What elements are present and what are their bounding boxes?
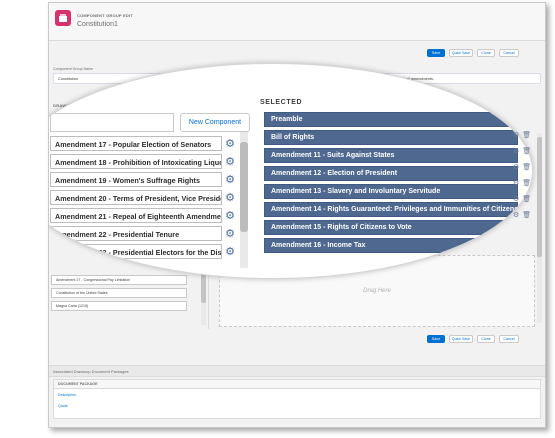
- cancel-button-bottom[interactable]: Cancel: [499, 335, 519, 343]
- list-item[interactable]: Amendment 21 - Repeal of Eighteenth Amen…: [50, 208, 222, 223]
- clone-button[interactable]: Clone: [477, 49, 495, 57]
- selected-item[interactable]: Amendment 12 - Election of President: [264, 166, 518, 181]
- row-actions: ⚙ 🗑: [513, 195, 531, 203]
- drop-zone-label: Drag Here: [363, 288, 391, 294]
- row-actions: ⚙ 🗑: [513, 211, 531, 219]
- gear-icon[interactable]: ⚙: [224, 246, 236, 258]
- app-window: COMPONENT GROUP EDIT Constitution1 Save …: [48, 2, 546, 428]
- save-button-bottom[interactable]: Save: [427, 335, 445, 343]
- gear-icon[interactable]: ⚙: [224, 192, 236, 204]
- page-header: COMPONENT GROUP EDIT Constitution1: [49, 3, 545, 41]
- gear-icon[interactable]: ⚙: [513, 163, 519, 171]
- selected-item[interactable]: Amendment 11 - Suits Against States: [264, 148, 518, 163]
- trash-icon[interactable]: 🗑: [522, 179, 531, 187]
- trash-icon[interactable]: 🗑: [522, 211, 531, 219]
- list-item[interactable]: Amendment 19 - Women's Suffrage Rights: [50, 172, 222, 187]
- gear-icon[interactable]: ⚙: [513, 179, 519, 187]
- selected-item[interactable]: Amendment 13 - Slavery and Involuntary S…: [264, 184, 518, 199]
- list-item[interactable]: Amendment 17 - Popular Election of Senat…: [50, 136, 222, 151]
- list-item[interactable]: Amendment 20 - Terms of President, Vice …: [50, 190, 222, 205]
- gear-icon[interactable]: ⚙: [513, 195, 519, 203]
- gear-icon[interactable]: ⚙: [224, 174, 236, 186]
- search-input[interactable]: [50, 113, 174, 132]
- trash-icon[interactable]: 🗑: [522, 131, 531, 139]
- selected-scrollbar-thumb[interactable]: [537, 137, 542, 257]
- packages-section-header: Associated Drawloop Document Packages: [49, 365, 545, 377]
- cancel-button[interactable]: Cancel: [499, 49, 519, 57]
- package-link[interactable]: Description: [58, 393, 76, 397]
- gear-icon[interactable]: ⚙: [513, 131, 519, 139]
- page-title: Constitution1: [77, 21, 118, 28]
- gear-icon[interactable]: ⚙: [224, 156, 236, 168]
- gear-icon[interactable]: ⚙: [513, 147, 519, 155]
- quick-save-button-bottom[interactable]: Quick Save: [449, 335, 473, 343]
- gear-icon[interactable]: ⚙: [224, 138, 236, 150]
- list-item[interactable]: Amendment 18 - Prohibition of Intoxicati…: [50, 154, 222, 169]
- list-item[interactable]: Amendment 22 - Presidential Tenure: [50, 226, 222, 241]
- page-kicker: COMPONENT GROUP EDIT: [77, 13, 133, 18]
- row-actions: ⚙ 🗑: [513, 179, 531, 187]
- list-item[interactable]: Constitution of the United States ⚙: [51, 288, 187, 298]
- trash-icon[interactable]: 🗑: [522, 163, 531, 171]
- save-button[interactable]: Save: [427, 49, 445, 57]
- gear-icon[interactable]: ⚙: [224, 228, 236, 240]
- magnifier-lens: SELECTED New Component Amendment 17 - Po…: [49, 63, 533, 279]
- packages-table: DOCUMENT PACKAGE Description Quote: [53, 379, 541, 419]
- gear-icon[interactable]: ⚙: [513, 211, 519, 219]
- gear-icon[interactable]: ⚙: [224, 210, 236, 222]
- trash-icon[interactable]: 🗑: [522, 195, 531, 203]
- selected-item[interactable]: Amendment 15 - Rights of Citizens to Vot…: [264, 220, 518, 235]
- packages-column-header: DOCUMENT PACKAGE: [54, 380, 540, 389]
- row-actions: ⚙ 🗑: [513, 163, 531, 171]
- selected-section-label: SELECTED: [260, 99, 303, 106]
- trash-icon[interactable]: 🗑: [522, 147, 531, 155]
- clone-button-bottom[interactable]: Clone: [477, 335, 495, 343]
- package-link[interactable]: Quote: [58, 404, 68, 408]
- list-item[interactable]: Magna Carta (1215) ⚙: [51, 301, 187, 311]
- new-component-button[interactable]: New Component: [180, 113, 250, 132]
- row-actions: ⚙ 🗑: [513, 147, 531, 155]
- list-item[interactable]: Amendment 23 - Presidential Electors for…: [50, 244, 222, 259]
- selected-item[interactable]: Amendment 14 - Rights Guaranteed: Privil…: [264, 202, 518, 217]
- available-scrollbar-thumb-magnified[interactable]: [240, 142, 248, 232]
- selected-item[interactable]: Amendment 16 - Income Tax: [264, 238, 518, 253]
- selected-item[interactable]: Preamble: [264, 112, 518, 127]
- quick-save-button[interactable]: Quick Save: [449, 49, 473, 57]
- component-group-icon: [55, 10, 71, 26]
- selected-item[interactable]: Bill of Rights: [264, 130, 518, 145]
- row-actions: ⚙ 🗑: [513, 131, 531, 139]
